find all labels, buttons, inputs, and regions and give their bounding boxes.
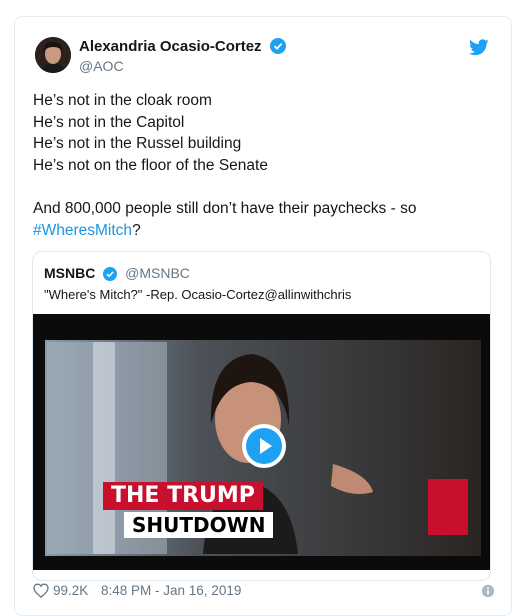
verified-badge-icon <box>103 267 118 284</box>
video-banner-bottom: SHUTDOWN <box>124 512 274 538</box>
video-player[interactable]: THE TRUMP SHUTDOWN <box>33 314 490 570</box>
play-icon <box>246 428 282 464</box>
quoted-author[interactable]: MSNBC @MSNBC <box>44 265 190 284</box>
hashtag-link[interactable]: #WheresMitch <box>33 222 132 239</box>
like-button[interactable]: 99.2K <box>33 583 89 599</box>
timestamp[interactable]: 8:48 PM - Jan 16, 2019 <box>101 583 241 598</box>
info-icon[interactable] <box>481 584 495 601</box>
video-banner-top: THE TRUMP <box>103 482 263 510</box>
quoted-author-handle[interactable]: @MSNBC <box>125 265 190 281</box>
tweet-text: He’s not in the cloak room He’s not in t… <box>33 90 493 241</box>
tweet-line: He’s not in the Capitol <box>33 113 185 131</box>
like-count: 99.2K <box>53 583 89 598</box>
author-handle[interactable]: @AOC <box>79 58 124 74</box>
heart-icon <box>33 583 49 599</box>
quoted-author-name[interactable]: MSNBC <box>44 265 95 281</box>
verified-badge-icon <box>269 38 286 58</box>
tweet-line-hashtag: #WheresMitch? <box>33 220 493 242</box>
author-name[interactable]: Alexandria Ocasio-Cortez <box>79 38 286 58</box>
tweet-line: He’s not in the cloak room <box>33 92 212 109</box>
play-button[interactable] <box>242 424 286 468</box>
tweet-card: Alexandria Ocasio-Cortez @AOC He’s not i… <box>14 16 512 616</box>
avatar[interactable] <box>35 37 71 73</box>
hashtag-suffix: ? <box>132 221 141 239</box>
twitter-bird-icon[interactable] <box>469 39 489 61</box>
tweet-line: He’s not in the Russel building <box>33 135 242 152</box>
tweet-line: And 800,000 people still don’t have thei… <box>33 200 417 217</box>
author-name-text[interactable]: Alexandria Ocasio-Cortez <box>79 38 262 55</box>
tweet-line: He’s not on the floor of the Senate <box>33 156 268 174</box>
quoted-tweet-text: "Where's Mitch?" -Rep. Ocasio-Cortez@all… <box>44 287 352 302</box>
quoted-tweet[interactable]: MSNBC @MSNBC "Where's Mitch?" -Rep. Ocas… <box>32 251 491 581</box>
tweet-footer: 99.2K 8:48 PM - Jan 16, 2019 <box>33 583 495 603</box>
